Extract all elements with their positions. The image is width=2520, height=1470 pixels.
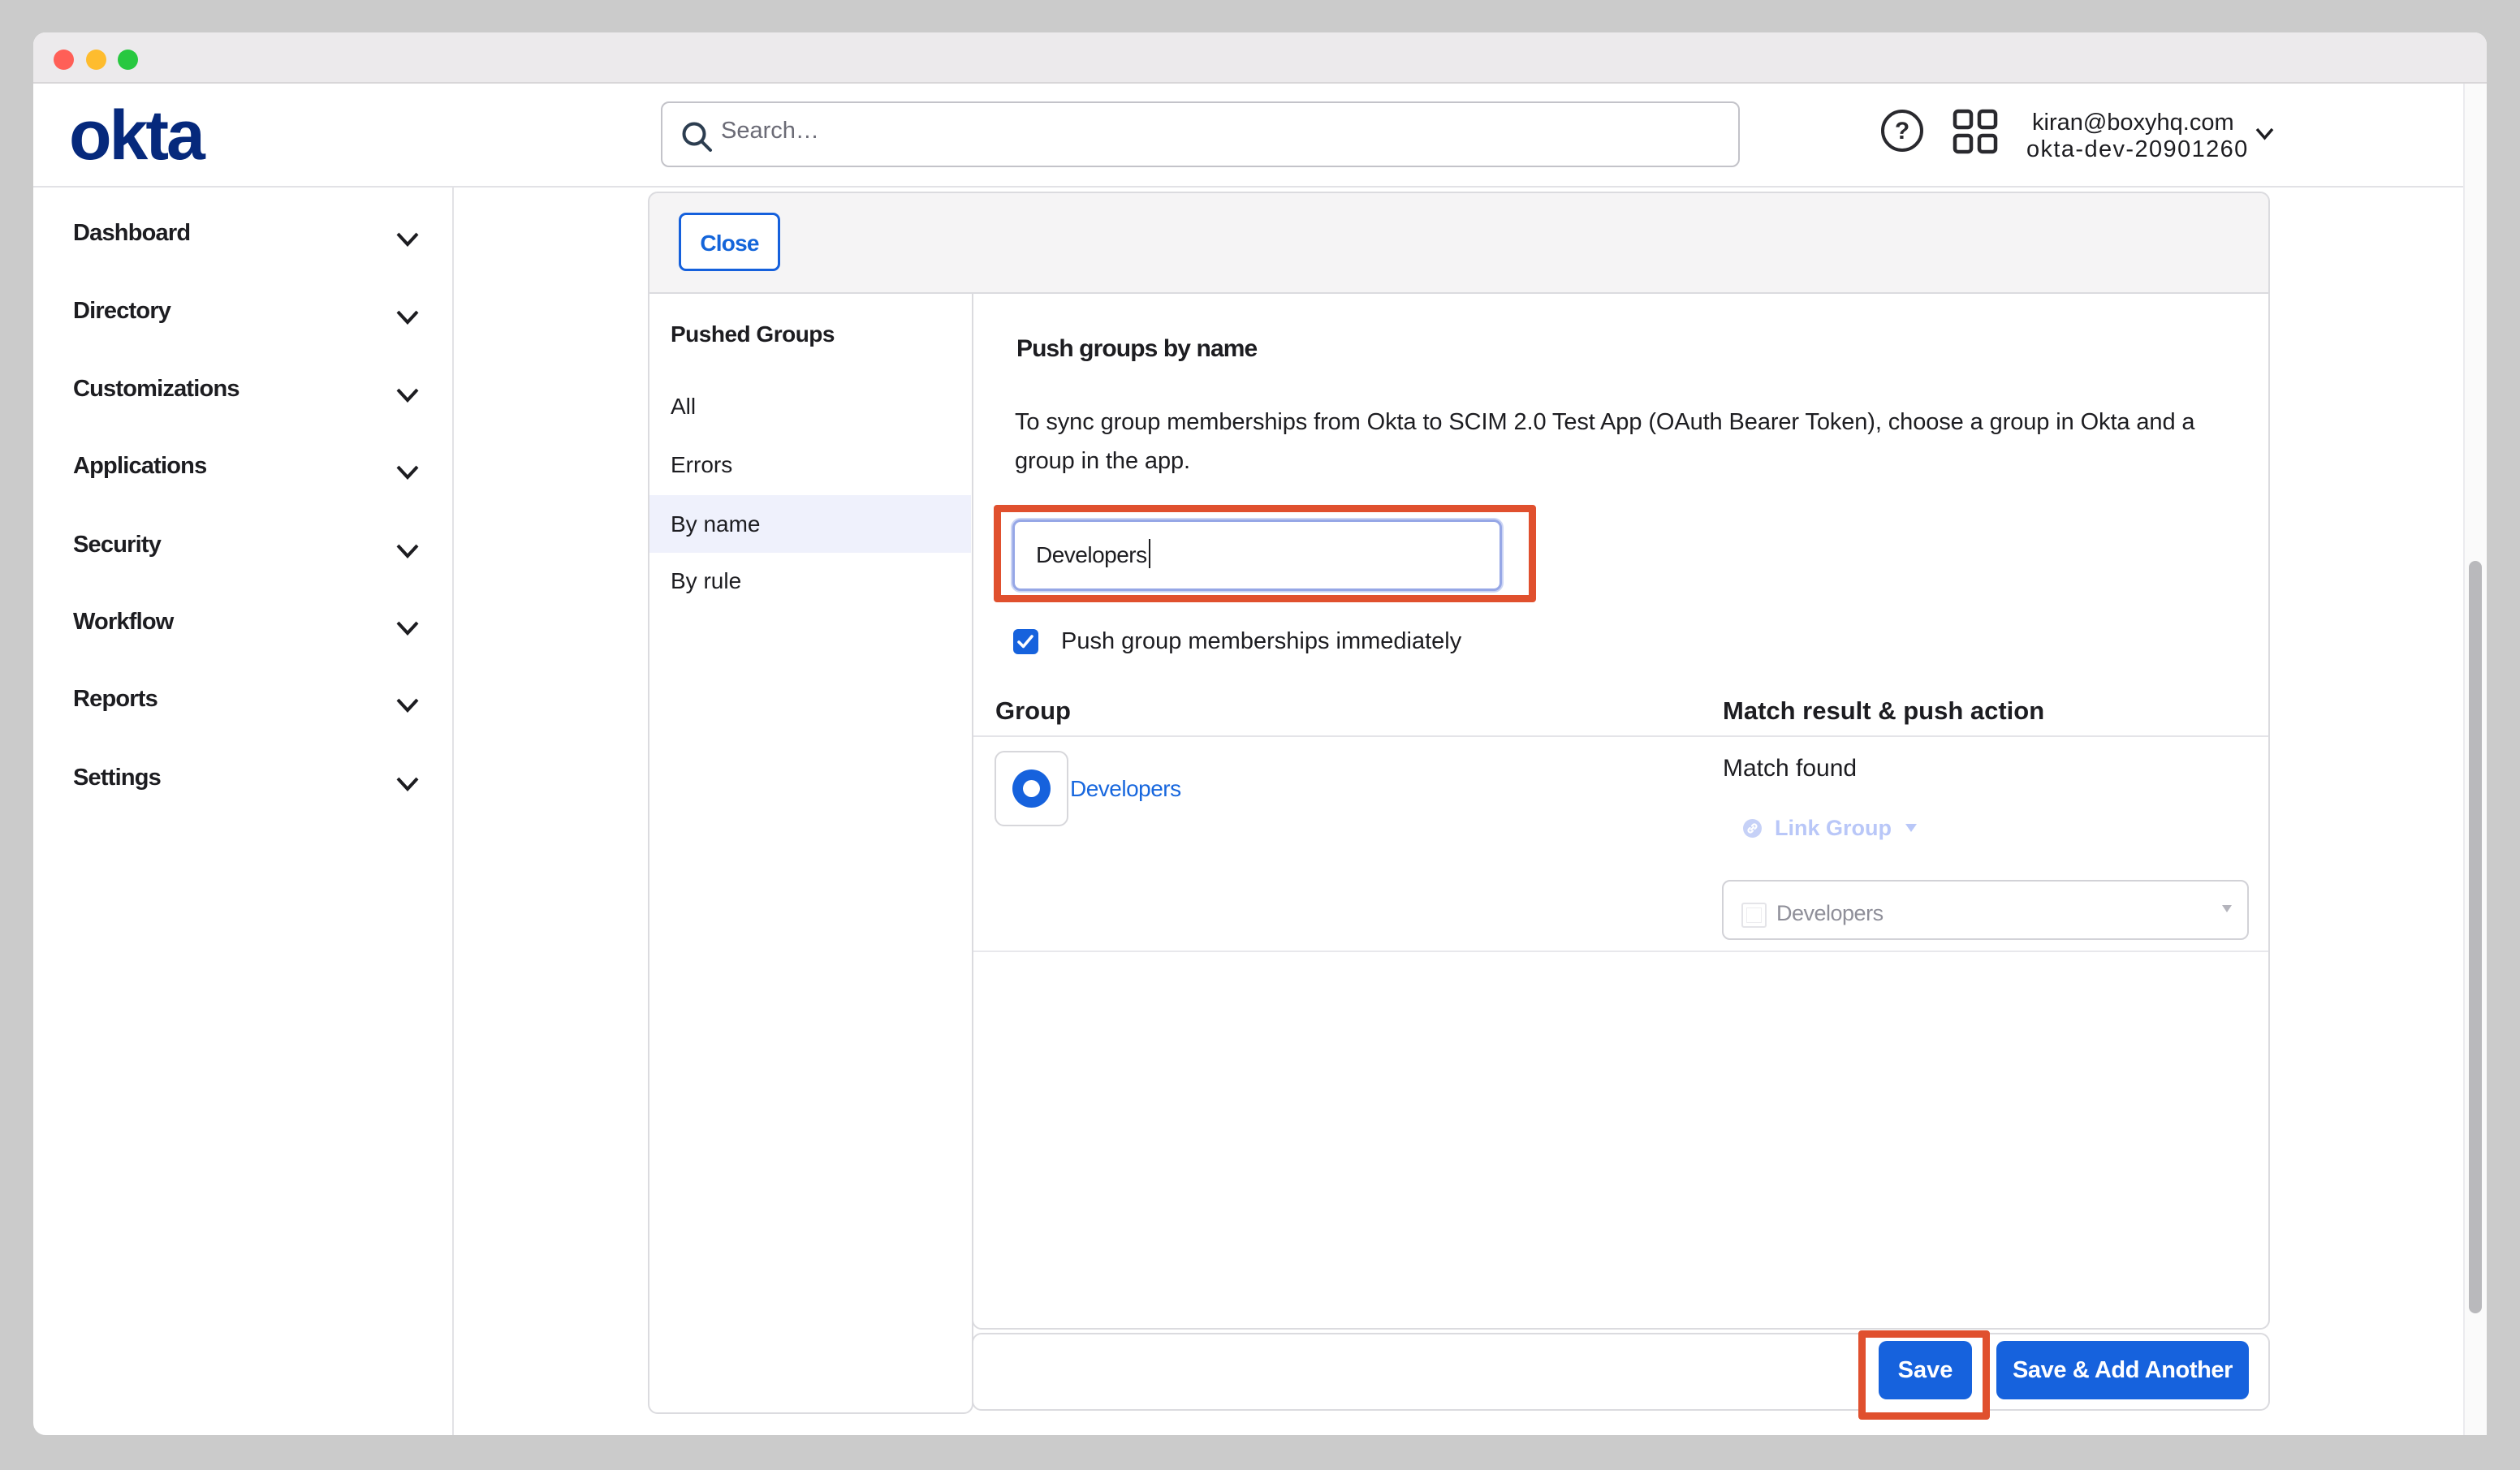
svg-text:?: ? [1895,118,1909,144]
